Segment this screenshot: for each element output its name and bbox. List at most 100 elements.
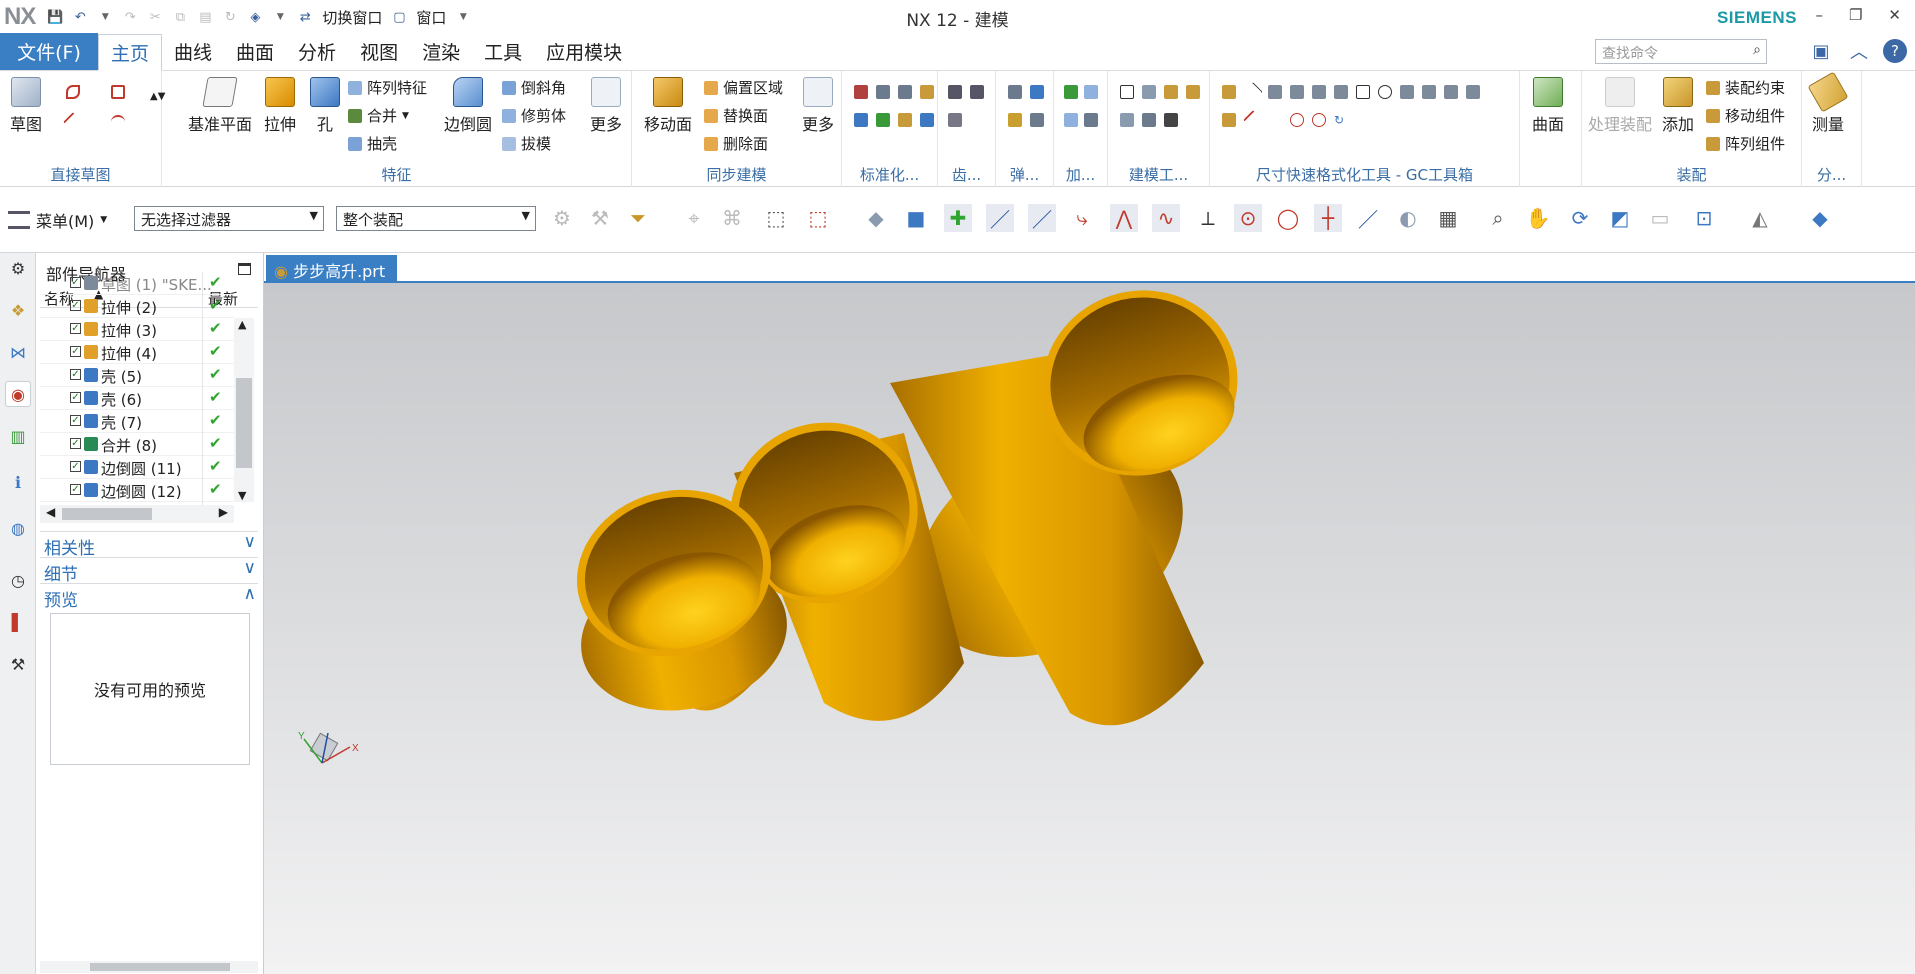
- checkbox[interactable]: ✓: [70, 346, 81, 357]
- more-features-button[interactable]: 更多: [590, 77, 622, 135]
- section-dependencies[interactable]: 相关性 ∨: [40, 531, 258, 559]
- scroll-right-icon[interactable]: ▶: [219, 505, 228, 519]
- point-on-curve-icon[interactable]: ／: [1354, 204, 1382, 232]
- system-materials-icon[interactable]: ▌: [5, 609, 31, 635]
- modeling-tool-icon[interactable]: [1164, 113, 1178, 127]
- feature-tree-row[interactable]: ✓ 壳 (7) ✔: [40, 410, 234, 433]
- tree-vertical-scrollbar[interactable]: ▲ ▼: [234, 318, 254, 502]
- scroll-left-icon[interactable]: ◀: [46, 505, 55, 519]
- sketch-button[interactable]: 草图: [10, 77, 42, 135]
- pattern-feature-button[interactable]: 阵列特征: [348, 77, 427, 98]
- measure-button[interactable]: 测量: [1807, 71, 1849, 135]
- gc-tool-icon[interactable]: ↻: [1334, 113, 1348, 127]
- general-filter-icon[interactable]: ⚒: [586, 204, 614, 232]
- minimize-icon[interactable]: –: [1815, 6, 1823, 24]
- spring-icon[interactable]: [1008, 113, 1022, 127]
- spring-icon[interactable]: [1030, 113, 1044, 127]
- hole-button[interactable]: 孔: [310, 77, 340, 135]
- checkbox[interactable]: ✓: [70, 461, 81, 472]
- delete-face-button[interactable]: 删除面: [704, 133, 768, 154]
- surface-button[interactable]: 曲面: [1532, 77, 1564, 135]
- add-tool-icon[interactable]: [1084, 85, 1098, 99]
- process-assembly-button[interactable]: 处理装配: [1588, 77, 1652, 135]
- pattern-component-button[interactable]: 阵列组件: [1706, 133, 1785, 154]
- restore-icon[interactable]: ❐: [1849, 6, 1862, 24]
- tool-icon[interactable]: [876, 113, 890, 127]
- render-style-icon[interactable]: ◭: [1746, 204, 1774, 232]
- arc-icon[interactable]: [111, 115, 125, 129]
- type-filter-icon[interactable]: ⚙: [548, 204, 576, 232]
- modeling-tool-icon[interactable]: [1186, 85, 1200, 99]
- gc-tool-icon[interactable]: [1356, 85, 1370, 99]
- unite-button[interactable]: 合并 ▼: [348, 105, 409, 126]
- intersection-icon[interactable]: ⋀: [1110, 204, 1138, 232]
- window-menu-button[interactable]: 窗口: [416, 7, 446, 28]
- help-icon[interactable]: ?: [1883, 39, 1907, 63]
- tab-view[interactable]: 视图: [348, 33, 410, 70]
- assembly-navigator-icon[interactable]: ❖: [5, 297, 31, 323]
- section-preview[interactable]: 预览 ∧: [40, 583, 258, 611]
- modeling-tool-icon[interactable]: [1142, 113, 1156, 127]
- select-all-icon[interactable]: ⌘: [718, 204, 746, 232]
- modeling-tool-icon[interactable]: [1120, 85, 1134, 99]
- tab-render[interactable]: 渲染: [410, 33, 472, 70]
- gc-tool-icon[interactable]: [1222, 113, 1236, 127]
- tool-icon[interactable]: [898, 85, 912, 99]
- redo-icon[interactable]: ↷: [122, 9, 138, 25]
- move-component-button[interactable]: 移动组件: [1706, 105, 1785, 126]
- spring-icon[interactable]: [1030, 85, 1044, 99]
- checkbox[interactable]: ✓: [70, 369, 81, 380]
- snap-point-icon[interactable]: ✚: [944, 204, 972, 232]
- grid-icon[interactable]: ▦: [1434, 204, 1462, 232]
- gc-tool-icon[interactable]: [1444, 85, 1458, 99]
- chamfer-button[interactable]: 倒斜角: [502, 77, 566, 98]
- feature-tree-row[interactable]: ✓ 合并 (8) ✔: [40, 433, 234, 456]
- tab-home[interactable]: 主页: [98, 34, 163, 71]
- add-tool-icon[interactable]: [1064, 85, 1078, 99]
- settings-icon[interactable]: ⚙: [5, 255, 31, 281]
- tab-applications[interactable]: 应用模块: [534, 33, 634, 70]
- gear-icon[interactable]: [970, 85, 984, 99]
- document-tab[interactable]: ◉ 步步高升.prt ⧉ ✕: [266, 255, 397, 300]
- switch-window-button[interactable]: 切换窗口: [322, 7, 382, 28]
- gc-tool-icon[interactable]: [1422, 85, 1436, 99]
- more-sync-button[interactable]: 更多: [802, 77, 834, 135]
- datum-plane-button[interactable]: 基准平面: [188, 77, 252, 135]
- feature-tree-row[interactable]: ✓ 拉伸 (3) ✔: [40, 318, 234, 341]
- maximize-icon[interactable]: [238, 263, 251, 275]
- scroll-down-icon[interactable]: ▼: [238, 489, 246, 502]
- undo-icon[interactable]: ↶: [72, 9, 88, 25]
- feature-tree-row[interactable]: ✓ 壳 (6) ✔: [40, 387, 234, 410]
- add-tool-icon[interactable]: [1064, 113, 1078, 127]
- command-search-input[interactable]: 查找命令 ⌕: [1595, 39, 1767, 64]
- copy-icon[interactable]: ⧉: [172, 9, 188, 25]
- section-details[interactable]: 细节 ∨: [40, 557, 258, 585]
- edge-blend-button[interactable]: 边倒圆: [444, 77, 492, 135]
- gc-tool-icon[interactable]: [1378, 85, 1392, 99]
- checkbox[interactable]: ✓: [70, 277, 81, 288]
- shell-button[interactable]: 抽壳: [348, 133, 397, 154]
- curve-point-icon[interactable]: ∿: [1152, 204, 1180, 232]
- gc-tool-icon[interactable]: [1290, 85, 1304, 99]
- selection-scope-dropdown[interactable]: 整个装配 ▼: [336, 206, 536, 231]
- filter-funnel-icon[interactable]: ⏷: [624, 204, 652, 232]
- gear-icon[interactable]: [948, 113, 962, 127]
- gc-tool-icon[interactable]: [1268, 85, 1282, 99]
- history-icon[interactable]: ◷: [5, 567, 31, 593]
- bottom-scrollbar[interactable]: [40, 961, 258, 973]
- trim-body-button[interactable]: 修剪体: [502, 105, 566, 126]
- constraint-navigator-icon[interactable]: ⋈: [5, 339, 31, 365]
- perspective-icon[interactable]: ◩: [1606, 204, 1634, 232]
- triad-icon[interactable]: X Y: [298, 731, 359, 764]
- tab-curve[interactable]: 曲线: [162, 33, 224, 70]
- tool-icon[interactable]: [920, 113, 934, 127]
- checkbox[interactable]: ✓: [70, 484, 81, 495]
- file-menu-button[interactable]: 文件(F): [0, 33, 98, 70]
- fit-icon[interactable]: ⊡: [1690, 204, 1718, 232]
- pan-icon[interactable]: ✋: [1524, 204, 1552, 232]
- roles-icon[interactable]: ⚒: [5, 651, 31, 677]
- tool-icon[interactable]: [920, 85, 934, 99]
- rotate-icon[interactable]: ⟳: [1566, 204, 1594, 232]
- add-tool-icon[interactable]: [1084, 113, 1098, 127]
- selection-filter-dropdown[interactable]: 无选择过滤器 ▼: [134, 206, 324, 231]
